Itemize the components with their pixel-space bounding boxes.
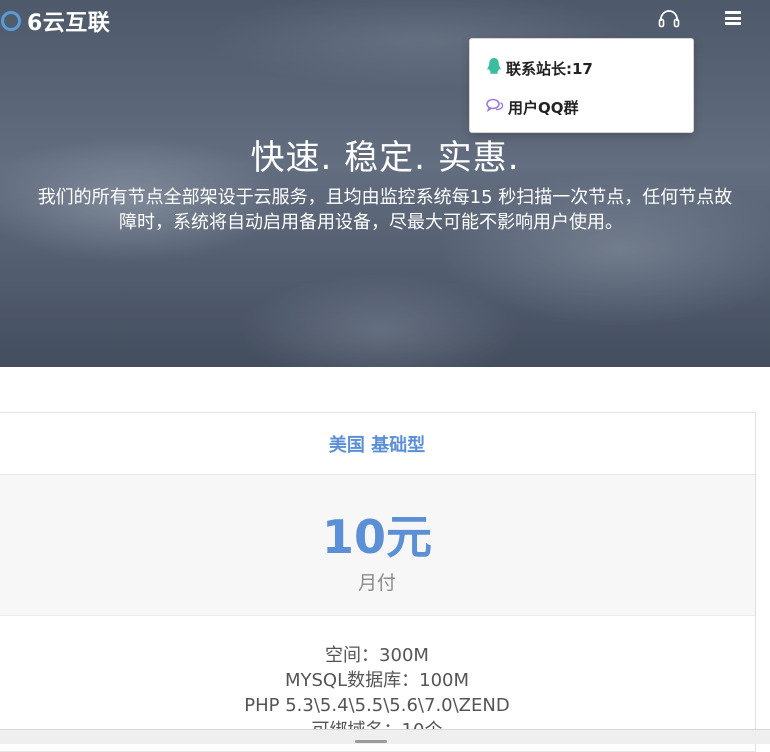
scroll-handle[interactable] (355, 740, 387, 743)
hero-description-line-2: 障时，系统将自动启用备用设备，尽最大可能不影响用户使用。 (119, 212, 623, 233)
hero-title: 快速. 稳定. 实惠. (250, 138, 520, 178)
feature-list: 空间：300M MYSQL数据库：100M PHP 5.3\5.4\5.5\5.… (0, 616, 755, 743)
dropdown-item-qq-group[interactable]: 用户QQ群 (486, 95, 579, 119)
hero-description-line-1: 我们的所有节点全部架设于云服务，且均由监控系统每15 秒扫描一次节点，任何节点故 (37, 187, 733, 208)
chat-bubbles-icon (486, 97, 504, 117)
feature-item-php: PHP 5.3\5.4\5.5\5.6\7.0\ZEND (244, 695, 510, 716)
site-logo[interactable]: 6云互联 (0, 6, 110, 36)
feature-item-space: 空间：300M (325, 645, 429, 666)
dropdown-item-contact-admin[interactable]: 联系站长:17 (486, 56, 593, 80)
hero-description: 我们的所有节点全部架设于云服务，且均由监控系统每15 秒扫描一次节点，任何节点故… (0, 185, 770, 235)
pricing-card: 美国 基础型 10元 月付 空间：300M MYSQL数据库：100M PHP … (0, 412, 756, 752)
headset-icon[interactable] (658, 9, 680, 29)
qq-penguin-icon (486, 57, 502, 79)
hamburger-menu-icon[interactable] (725, 11, 741, 25)
bottom-scroll-strip[interactable] (0, 729, 770, 744)
billing-period: 月付 (357, 572, 396, 594)
dropdown-item-label: 用户QQ群 (508, 98, 579, 117)
feature-item-mysql: MYSQL数据库：100M (284, 670, 470, 691)
logo-text: 6云互联 (27, 11, 111, 36)
pricing-card-header: 美国 基础型 (0, 413, 755, 475)
logo-ring-icon (1, 11, 21, 31)
price-section: 10元 月付 (0, 475, 755, 616)
plan-name: 美国 基础型 (328, 434, 426, 456)
dropdown-item-label: 联系站长:17 (506, 59, 593, 78)
contact-dropdown-menu: 联系站长:17 用户QQ群 (469, 38, 694, 133)
plan-price: 10元 (321, 510, 432, 564)
